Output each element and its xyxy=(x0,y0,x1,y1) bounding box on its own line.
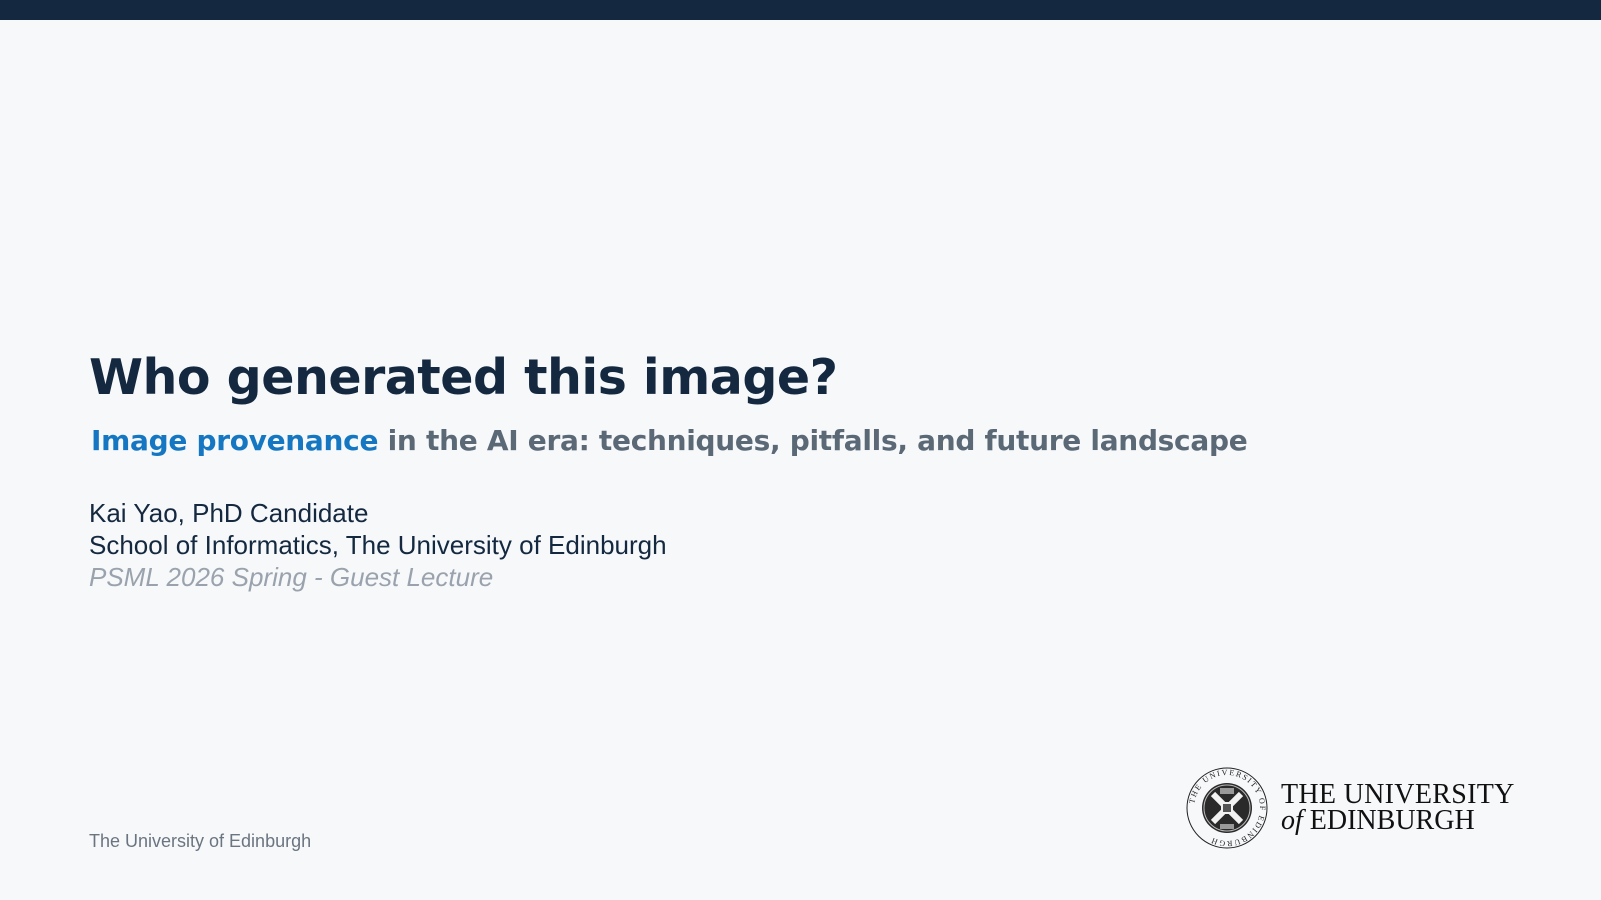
wordmark-of: of xyxy=(1281,805,1303,836)
subtitle-rest: in the AI era: techniques, pitfalls, and… xyxy=(378,424,1248,457)
university-logo: THE UNIVERSITY OF EDINBURGH THE UNIVERSI… xyxy=(1185,766,1515,850)
event-label: PSML 2026 Spring - Guest Lecture xyxy=(89,562,494,592)
top-bar xyxy=(0,0,1601,20)
slide-subtitle: Image provenance in the AI era: techniqu… xyxy=(91,424,1248,458)
author-affiliation: School of Informatics, The University of… xyxy=(89,530,667,560)
subtitle-highlight: Image provenance xyxy=(91,424,379,457)
author-name: Kai Yao, PhD Candidate xyxy=(89,498,369,528)
slide-title: Who generated this image? xyxy=(89,349,838,406)
university-wordmark: THE UNIVERSITY of EDINBURGH xyxy=(1281,781,1515,836)
wordmark-edinburgh: EDINBURGH xyxy=(1302,805,1475,836)
footer-text: The University of Edinburgh xyxy=(89,831,312,851)
author-block: Kai Yao, PhD Candidate School of Informa… xyxy=(89,497,667,593)
wordmark-line2: of EDINBURGH xyxy=(1281,805,1515,836)
university-crest-icon: THE UNIVERSITY OF EDINBURGH xyxy=(1186,767,1268,849)
